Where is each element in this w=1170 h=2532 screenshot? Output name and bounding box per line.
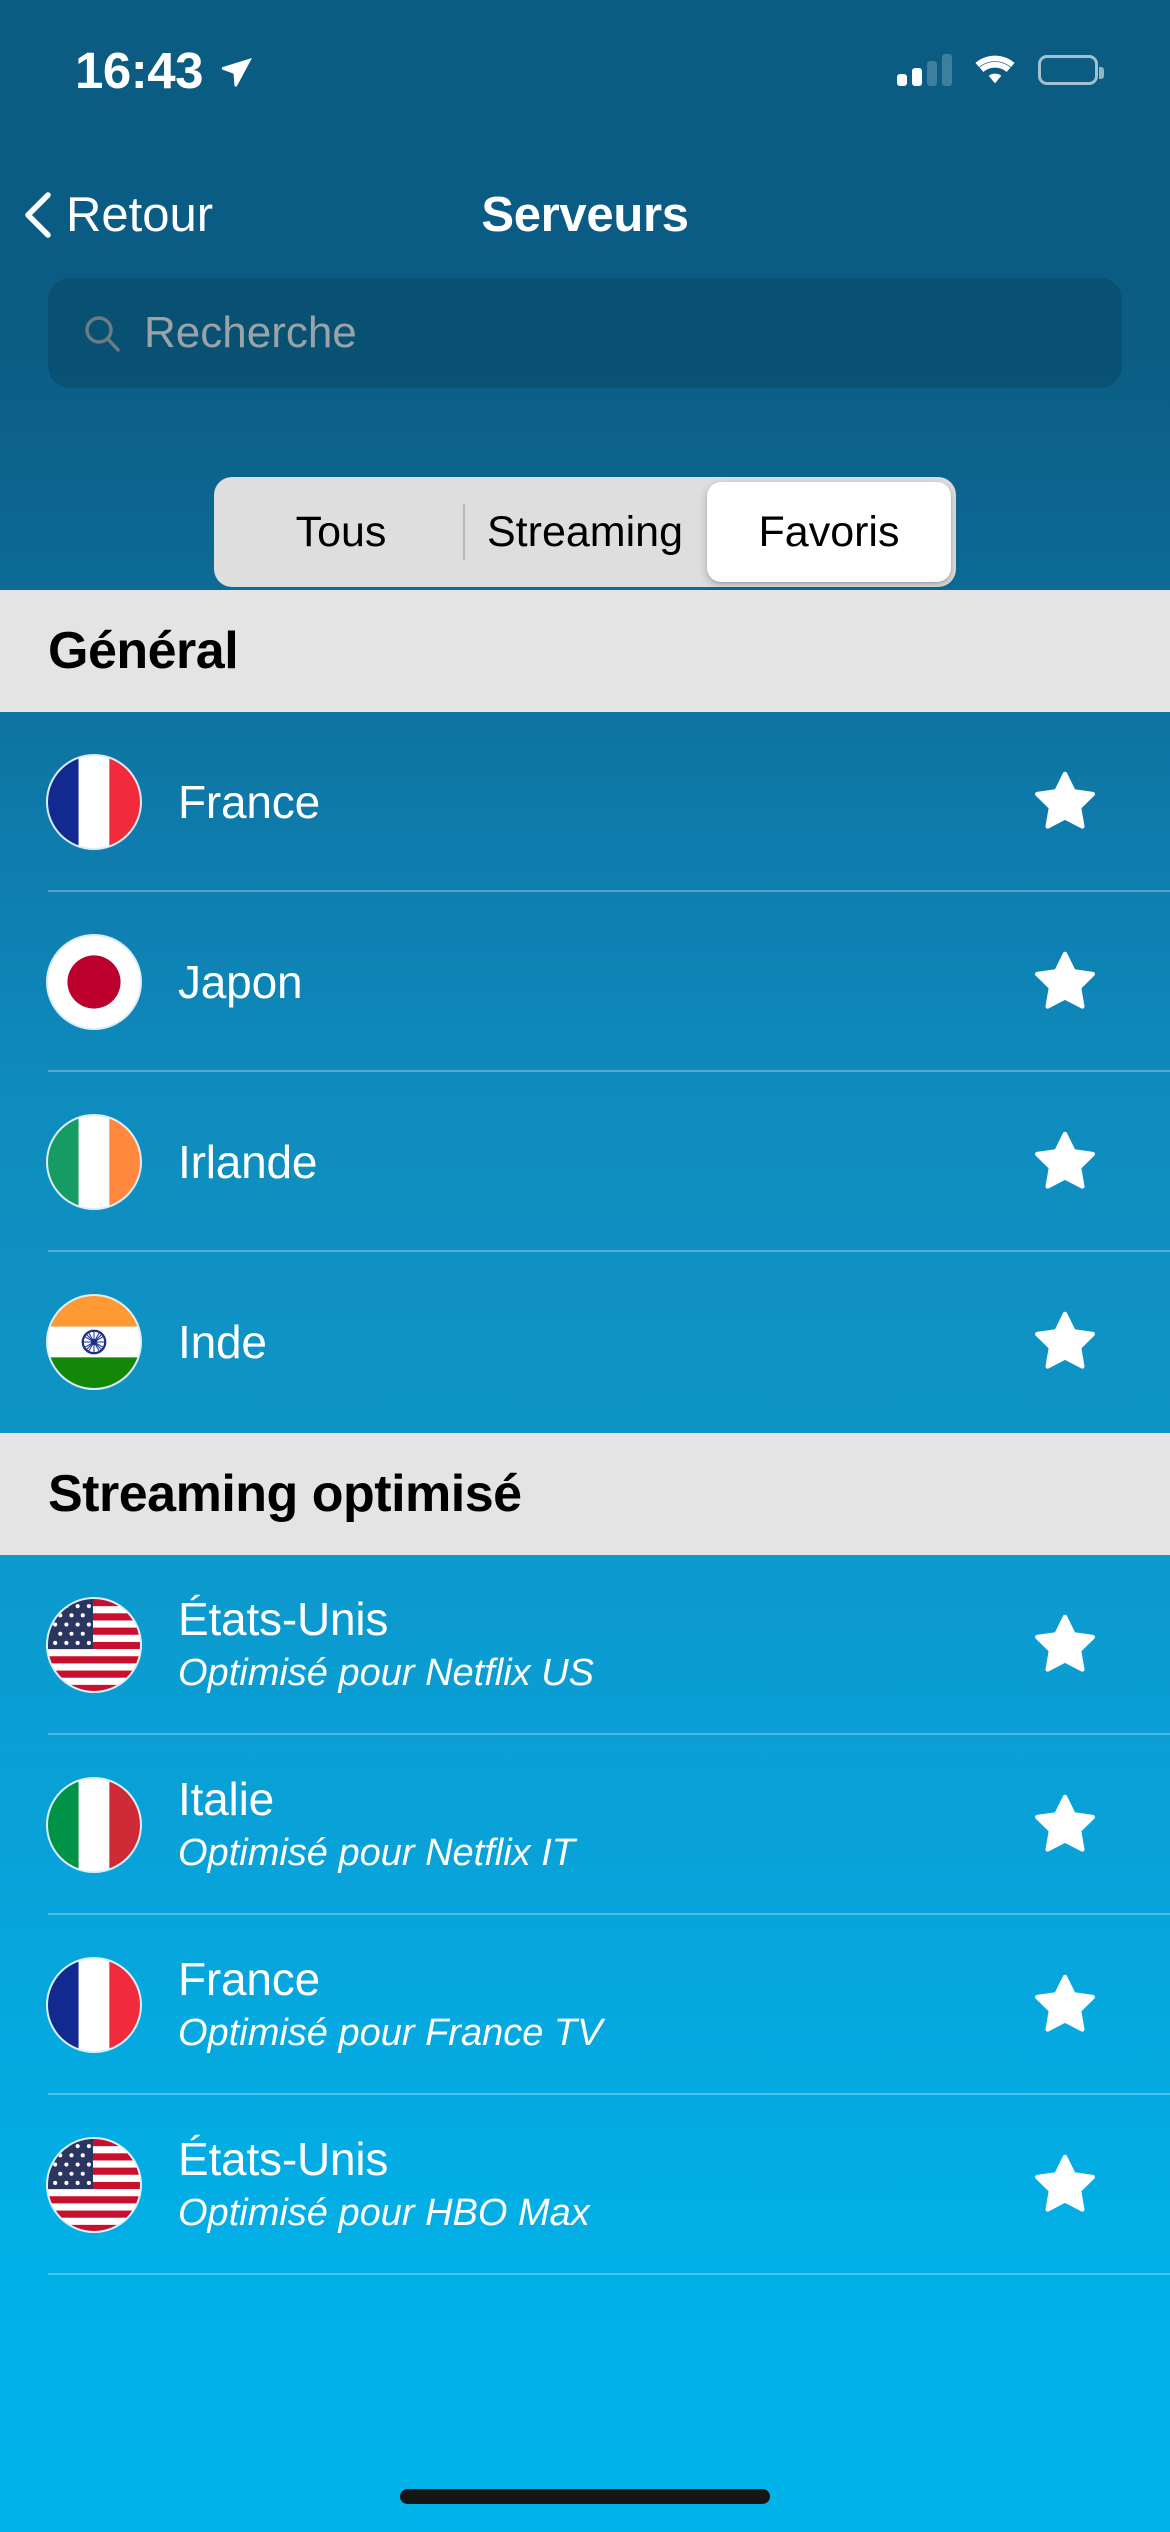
- search-input[interactable]: Recherche: [48, 278, 1122, 388]
- favorite-star-button[interactable]: [1022, 1119, 1108, 1205]
- star-filled-icon: [1035, 2154, 1095, 2212]
- status-bar: 16:43: [0, 0, 1170, 140]
- home-indicator[interactable]: [400, 2489, 770, 2504]
- row-text: Italie Optimisé pour Netflix IT: [178, 1773, 575, 1877]
- table-row[interactable]: Japon: [0, 892, 1170, 1072]
- favorite-star-button[interactable]: [1022, 2142, 1108, 2228]
- section-header-streaming: Streaming optimisé: [0, 1433, 1170, 1555]
- status-bar-clock: 16:43: [75, 41, 203, 99]
- tab-tous[interactable]: Tous: [219, 482, 463, 582]
- table-row[interactable]: États-Unis Optimisé pour HBO Max: [0, 2095, 1170, 2275]
- flag-ireland: [48, 1116, 140, 1208]
- star-filled-icon: [1035, 1614, 1095, 1672]
- server-list-streaming: États-Unis Optimisé pour Netflix US Ital…: [0, 1555, 1170, 2275]
- search-placeholder: Recherche: [144, 308, 357, 357]
- star-filled-icon: [1035, 1311, 1095, 1369]
- flag-france: [48, 1959, 140, 2051]
- status-bar-right: [897, 54, 1104, 86]
- table-row[interactable]: Italie Optimisé pour Netflix IT: [0, 1735, 1170, 1915]
- star-filled-icon: [1035, 1131, 1095, 1189]
- filter-segmented-control-container: Tous Streaming Favoris: [0, 477, 1170, 587]
- battery-icon: [1038, 55, 1104, 85]
- flag-france: [48, 756, 140, 848]
- filter-segmented-control[interactable]: Tous Streaming Favoris: [214, 477, 956, 587]
- server-name: Inde: [178, 1315, 267, 1368]
- tab-favoris[interactable]: Favoris: [707, 482, 951, 582]
- favorite-star-button[interactable]: [1022, 1782, 1108, 1868]
- flag-india: [48, 1296, 140, 1388]
- server-subtitle: Optimisé pour Netflix US: [178, 1651, 595, 1694]
- favorite-star-button[interactable]: [1022, 1299, 1108, 1385]
- server-name: France: [178, 775, 320, 828]
- favorite-star-button[interactable]: [1022, 939, 1108, 1025]
- table-row[interactable]: États-Unis Optimisé pour Netflix US: [0, 1555, 1170, 1735]
- star-filled-icon: [1035, 1974, 1095, 2032]
- favorite-star-button[interactable]: [1022, 1962, 1108, 2048]
- star-filled-icon: [1035, 951, 1095, 1009]
- section-header-general: Général: [0, 590, 1170, 712]
- app-screen: 16:43 Retour Serveurs Recherche Tous Str…: [0, 0, 1170, 2532]
- server-name: Italie: [178, 1772, 274, 1825]
- table-row[interactable]: Inde: [0, 1252, 1170, 1432]
- tab-streaming[interactable]: Streaming: [463, 482, 707, 582]
- row-text: États-Unis Optimisé pour Netflix US: [178, 1593, 594, 1697]
- table-row[interactable]: France: [0, 712, 1170, 892]
- row-text: Inde: [178, 1316, 267, 1369]
- server-subtitle: Optimisé pour HBO Max: [178, 2191, 590, 2234]
- server-name: États-Unis: [178, 2132, 389, 2185]
- row-text: France: [178, 776, 320, 829]
- search-bar-container: Recherche: [48, 278, 1122, 388]
- server-name: États-Unis: [178, 1592, 389, 1645]
- flag-usa: [48, 2139, 140, 2231]
- row-text: Irlande: [178, 1136, 317, 1189]
- server-subtitle: Optimisé pour Netflix IT: [178, 1831, 575, 1874]
- row-text: États-Unis Optimisé pour HBO Max: [178, 2133, 590, 2237]
- favorite-star-button[interactable]: [1022, 1602, 1108, 1688]
- search-icon: [82, 313, 122, 353]
- wifi-icon: [974, 55, 1016, 86]
- server-name: Irlande: [178, 1135, 318, 1188]
- server-name: Japon: [178, 955, 303, 1008]
- navigation-bar: Retour Serveurs: [0, 160, 1170, 270]
- server-subtitle: Optimisé pour France TV: [178, 2011, 603, 2054]
- row-divider: [48, 2273, 1170, 2275]
- table-row[interactable]: Irlande: [0, 1072, 1170, 1252]
- row-text: France Optimisé pour France TV: [178, 1953, 602, 2057]
- flag-usa: [48, 1599, 140, 1691]
- server-name: France: [178, 1952, 320, 2005]
- status-bar-left: 16:43: [75, 45, 253, 96]
- location-arrow-icon: [219, 53, 253, 87]
- server-list-general: France Japon Irlande Inde: [0, 712, 1170, 1432]
- star-filled-icon: [1035, 771, 1095, 829]
- favorite-star-button[interactable]: [1022, 759, 1108, 845]
- page-title: Serveurs: [481, 188, 689, 242]
- cellular-signal-icon: [897, 54, 952, 86]
- row-text: Japon: [178, 955, 303, 1009]
- table-row[interactable]: France Optimisé pour France TV: [0, 1915, 1170, 2095]
- flag-italy: [48, 1779, 140, 1871]
- flag-japan: [48, 936, 140, 1028]
- star-filled-icon: [1035, 1794, 1095, 1852]
